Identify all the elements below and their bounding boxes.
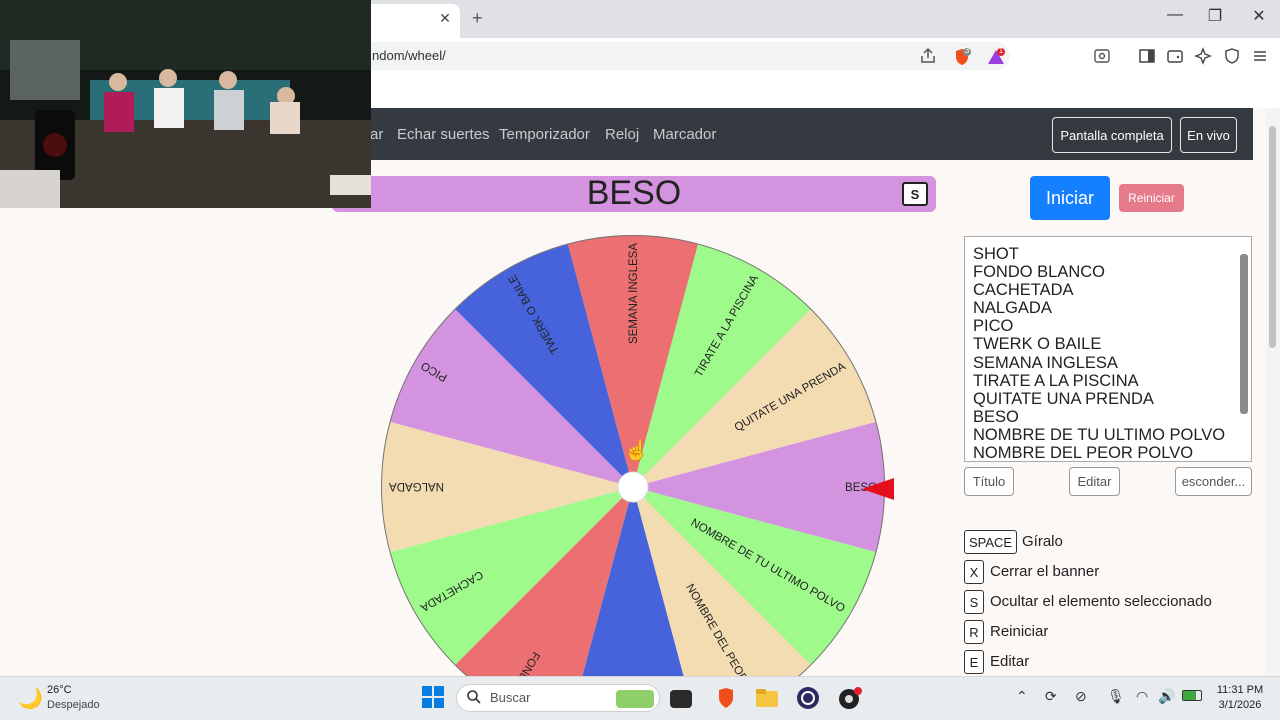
minimize-button[interactable]: — <box>1163 6 1187 24</box>
shortcut-key: X <box>964 560 984 584</box>
camera-off-icon[interactable]: ⊘ <box>1075 688 1087 705</box>
search-highlight-icon <box>616 690 654 708</box>
entry-line: QUITATE UNA PRENDA <box>973 389 1154 408</box>
shield-count-badge: 3 <box>964 46 970 55</box>
search-icon <box>466 689 482 708</box>
share-icon[interactable] <box>918 47 938 65</box>
battery-icon[interactable] <box>1182 690 1202 701</box>
tab-close-icon[interactable]: ✕ <box>438 10 452 27</box>
url-text: ndom/wheel/ <box>372 48 446 63</box>
live-button[interactable]: En vivo <box>1180 117 1237 153</box>
menu-icon[interactable] <box>1250 47 1270 65</box>
entry-line: CACHETADA <box>973 281 1074 300</box>
title-button[interactable]: Título <box>964 467 1014 496</box>
sync-icon[interactable]: ⟳ <box>1045 688 1057 705</box>
weather-moon-icon[interactable]: 🌙 <box>18 686 43 711</box>
nav-link-temporizador[interactable]: Temporizador <box>499 126 590 143</box>
entry-line: SEMANA INGLESA <box>973 353 1118 372</box>
new-tab-button[interactable]: + <box>472 8 483 29</box>
nav-link-partial[interactable]: ar <box>370 126 383 143</box>
brave-taskbar-icon[interactable] <box>713 686 739 710</box>
close-window-button[interactable]: ✕ <box>1247 6 1271 26</box>
entry-line: TIRATE A LA PISCINA <box>973 371 1139 390</box>
shortcut-label: Reiniciar <box>990 623 1049 640</box>
wheel-pointer-icon <box>862 478 894 500</box>
entry-line: PICO <box>973 317 1014 336</box>
hide-button[interactable]: esconder... <box>1175 467 1252 496</box>
wifi-icon[interactable]: ◠ <box>1136 688 1148 705</box>
entry-line: SHOT <box>973 245 1019 263</box>
entry-line: NALGADA <box>973 299 1052 318</box>
volume-icon[interactable]: 🔊 <box>1158 688 1175 705</box>
shortcut-key: S <box>964 590 984 614</box>
windows-start-icon[interactable] <box>422 686 444 713</box>
start-button[interactable]: Iniciar <box>1030 176 1110 220</box>
entries-textarea[interactable]: SHOT FONDO BLANCO CACHETADA NALGADA PICO TWER… <box>964 236 1252 462</box>
spin-wheel[interactable]: SHOTFONDO BCACHETADANALGADAPICOTWERK O B… <box>380 234 886 720</box>
shortcut-label: Gíralo <box>1022 533 1063 550</box>
search-placeholder: Buscar <box>490 690 531 705</box>
hand-cursor-icon: ☝ <box>624 440 649 462</box>
wheel-segment-label: SEMANA INGLESA <box>628 243 640 344</box>
nav-link-marcador[interactable]: Marcador <box>653 126 716 143</box>
reset-button[interactable]: Reiniciar <box>1119 184 1184 212</box>
wheel-hub[interactable] <box>617 471 649 503</box>
entry-line: BESO <box>973 407 1019 426</box>
entry-line: NOMBRE DEL PEOR POLVO <box>973 444 1194 462</box>
hide-selected-key-button[interactable]: S <box>902 182 928 206</box>
wheel-segment-label: NALGADA <box>389 480 444 492</box>
weather-temperature[interactable]: 26°C <box>47 684 72 696</box>
entry-line: NOMBRE DE TU ULTIMO POLVO <box>973 425 1226 444</box>
microphone-icon[interactable]: 🎙 <box>1107 688 1125 705</box>
shortcut-key: R <box>964 620 984 644</box>
nav-link-reloj[interactable]: Reloj <box>605 126 639 143</box>
shortcut-label: Ocultar el elemento seleccionado <box>990 593 1212 610</box>
fullscreen-button[interactable]: Pantalla completa <box>1052 117 1172 153</box>
vpn-icon[interactable] <box>1222 47 1242 65</box>
nav-link-echar-suertes[interactable]: Echar suertes <box>397 126 490 143</box>
show-hidden-icons-icon[interactable]: ⌃ <box>1016 688 1028 705</box>
sidebar-icon[interactable] <box>1137 47 1157 65</box>
clock-time[interactable]: 11:31 PM <box>1214 684 1266 696</box>
obs-icon[interactable] <box>795 686 821 710</box>
edit-button[interactable]: Editar <box>1069 467 1120 496</box>
entries-scrollbar[interactable] <box>1240 240 1248 452</box>
record-app-icon[interactable] <box>837 686 863 710</box>
shortcut-label: Cerrar el banner <box>990 563 1100 580</box>
entry-line: TWERK O BAILE <box>973 335 1102 354</box>
clock-date[interactable]: 3/1/2026 <box>1214 699 1266 711</box>
shortcut-key: SPACE <box>964 530 1018 554</box>
file-explorer-icon[interactable] <box>754 686 780 710</box>
webcam-overlay <box>0 0 371 208</box>
page-scrollbar[interactable] <box>1266 108 1280 678</box>
wallet-icon[interactable] <box>1165 47 1185 65</box>
weather-condition[interactable]: Despejado <box>47 699 100 711</box>
rewards-count-badge: 1 <box>998 46 1004 55</box>
maximize-button[interactable]: ❐ <box>1203 6 1227 26</box>
reader-mode-icon[interactable] <box>1092 47 1112 65</box>
leo-ai-icon[interactable] <box>1193 47 1213 65</box>
result-title: BESO <box>586 174 682 212</box>
shortcut-label: Editar <box>990 653 1030 670</box>
task-view-icon[interactable] <box>670 690 692 708</box>
entry-line: FONDO BLANCO <box>973 263 1106 282</box>
shortcut-key: E <box>964 650 984 674</box>
